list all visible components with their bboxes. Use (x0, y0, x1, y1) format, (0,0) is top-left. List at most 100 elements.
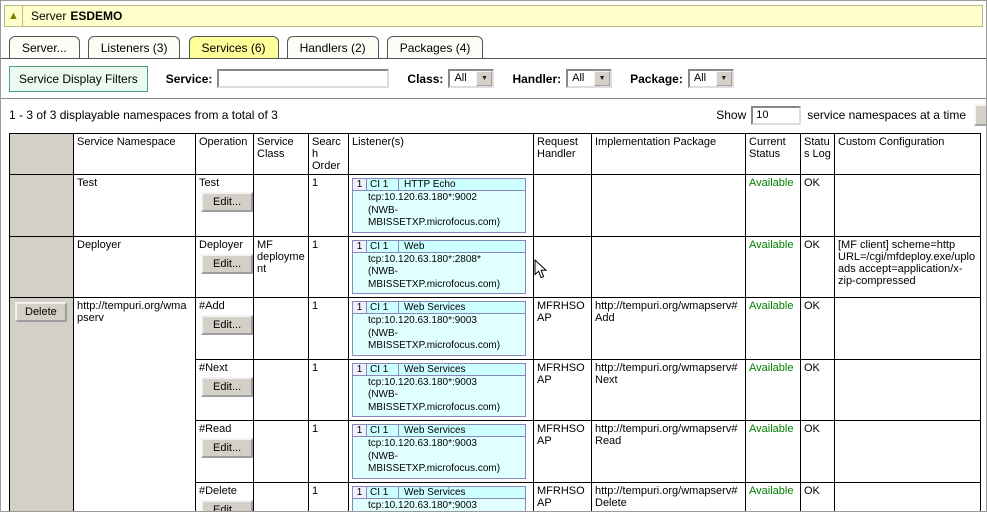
search-order-cell: 1 (309, 236, 349, 298)
service-filter-input[interactable] (217, 69, 389, 88)
handler-filter-select[interactable]: All ▼ (566, 69, 612, 88)
tab-services[interactable]: Services (6) (189, 36, 279, 58)
listener-name: Web Services (399, 425, 525, 437)
edit-button[interactable]: Edit... (201, 500, 253, 512)
partial-button[interactable] (974, 104, 986, 126)
edit-button[interactable]: Edit... (201, 438, 253, 458)
show-count-input[interactable] (751, 106, 801, 125)
operation-cell: #Delete Edit... (196, 482, 254, 512)
listener-address: tcp:10.120.63.180*:9003 (368, 377, 523, 390)
show-label: Show (716, 108, 746, 122)
header-implementation-package: Implementation Package (592, 134, 746, 175)
operation-cell: #Next Edit... (196, 359, 254, 421)
listener-name: Web (399, 241, 525, 253)
listener-number: 1 (353, 241, 367, 253)
operation-name: #Delete (199, 485, 250, 497)
package-filter-value: All (690, 71, 716, 86)
listener-number: 1 (353, 364, 367, 376)
tab-listeners[interactable]: Listeners (3) (88, 36, 181, 58)
listener-chip: 1 CI 1 HTTP Echo tcp:10.120.63.180*:9002… (352, 178, 526, 233)
listener-number: 1 (353, 179, 367, 191)
search-order-cell: 1 (309, 298, 349, 360)
request-handler-cell: MFRHSOAP (534, 359, 592, 421)
operation-name: Test (199, 177, 250, 189)
status-log-cell: OK (801, 421, 835, 483)
custom-configuration-cell (835, 175, 981, 237)
listener-chip: 1 CI 1 Web Services tcp:10.120.63.180*:9… (352, 363, 526, 418)
request-handler-cell: MFRHSOAP (534, 298, 592, 360)
table-row: Deployer Deployer Edit... MF deployment … (10, 236, 981, 298)
current-status-cell: Available (746, 482, 801, 512)
operation-cell: Test Edit... (196, 175, 254, 237)
status-log-cell: OK (801, 175, 835, 237)
request-handler-cell (534, 175, 592, 237)
operation-cell: #Read Edit... (196, 421, 254, 483)
implementation-package-cell: http://tempuri.org/wmapserv#Read (592, 421, 746, 483)
listener-name: HTTP Echo (399, 179, 525, 191)
listeners-cell: 1 CI 1 Web Services tcp:10.120.63.180*:9… (349, 359, 534, 421)
listener-host: (NWB-MBISSETXP.microfocus.com) (368, 451, 523, 476)
tab-bar: Server... Listeners (3) Services (6) Han… (1, 27, 986, 59)
service-filter-label: Service: (166, 72, 213, 86)
tab-packages[interactable]: Packages (4) (387, 36, 484, 58)
edit-button[interactable]: Edit... (201, 192, 253, 212)
chevron-down-icon[interactable]: ▼ (716, 71, 732, 86)
listener-host: (NWB-MBISSETXP.microfocus.com) (368, 389, 523, 414)
table-header-row: Service Namespace Operation Service Clas… (10, 134, 981, 175)
header-custom-configuration: Custom Configuration (835, 134, 981, 175)
table-row: Test Test Edit... 1 1 CI 1 HTTP Echo tcp… (10, 175, 981, 237)
collapse-server-button[interactable]: ▲ (5, 6, 23, 26)
server-name: ESDEMO (70, 9, 122, 23)
service-display-filters-label: Service Display Filters (9, 66, 148, 92)
actions-cell (10, 236, 74, 298)
chevron-down-icon[interactable]: ▼ (476, 71, 492, 86)
listener-conversation: CI 1 (367, 364, 399, 376)
header-actions (10, 134, 74, 175)
filter-bar: Service Display Filters Service: Class: … (1, 59, 986, 99)
service-class-cell (254, 298, 309, 360)
delete-button[interactable]: Delete (15, 302, 67, 322)
status-log-cell: OK (801, 236, 835, 298)
namespace-cell: Deployer (74, 236, 196, 298)
services-table: Service Namespace Operation Service Clas… (9, 133, 981, 512)
implementation-package-cell (592, 236, 746, 298)
search-order-cell: 1 (309, 175, 349, 237)
table-row: Delete http://tempuri.org/wmapserv #Add … (10, 298, 981, 360)
service-class-cell (254, 421, 309, 483)
pagination-row: 1 - 3 of 3 displayable namespaces from a… (1, 99, 986, 131)
listener-address: tcp:10.120.63.180*:9002 (368, 192, 523, 205)
namespace-cell: Test (74, 175, 196, 237)
results-summary: 1 - 3 of 3 displayable namespaces from a… (9, 108, 278, 122)
tab-handlers[interactable]: Handlers (2) (287, 36, 379, 58)
package-filter-select[interactable]: All ▼ (688, 69, 734, 88)
tab-server[interactable]: Server... (9, 36, 80, 58)
server-admin-page: ▲ Server ESDEMO Server... Listeners (3) … (0, 0, 987, 512)
server-title-bar: ▲ Server ESDEMO (4, 5, 983, 27)
edit-button[interactable]: Edit... (201, 377, 253, 397)
implementation-package-cell: http://tempuri.org/wmapserv#Next (592, 359, 746, 421)
listener-number: 1 (353, 487, 367, 499)
listener-number: 1 (353, 302, 367, 314)
edit-button[interactable]: Edit... (201, 254, 253, 274)
header-service-class: Service Class (254, 134, 309, 175)
chevron-down-icon[interactable]: ▼ (594, 71, 610, 86)
operation-cell: #Add Edit... (196, 298, 254, 360)
operation-cell: Deployer Edit... (196, 236, 254, 298)
operation-name: Deployer (199, 239, 250, 251)
package-filter-label: Package: (630, 72, 683, 86)
operation-name: #Next (199, 362, 250, 374)
edit-button[interactable]: Edit... (201, 315, 253, 335)
listener-conversation: CI 1 (367, 241, 399, 253)
service-class-cell (254, 482, 309, 512)
service-class-cell (254, 175, 309, 237)
listener-number: 1 (353, 425, 367, 437)
class-filter-select[interactable]: All ▼ (448, 69, 494, 88)
class-filter-label: Class: (407, 72, 443, 86)
custom-configuration-cell (835, 482, 981, 512)
show-suffix-label: service namespaces at a time (807, 108, 966, 122)
header-status-log: Status Log (801, 134, 835, 175)
listener-chip: 1 CI 1 Web Services tcp:10.120.63.180*:9… (352, 486, 526, 512)
status-log-cell: OK (801, 298, 835, 360)
listener-conversation: CI 1 (367, 179, 399, 191)
current-status-cell: Available (746, 175, 801, 237)
